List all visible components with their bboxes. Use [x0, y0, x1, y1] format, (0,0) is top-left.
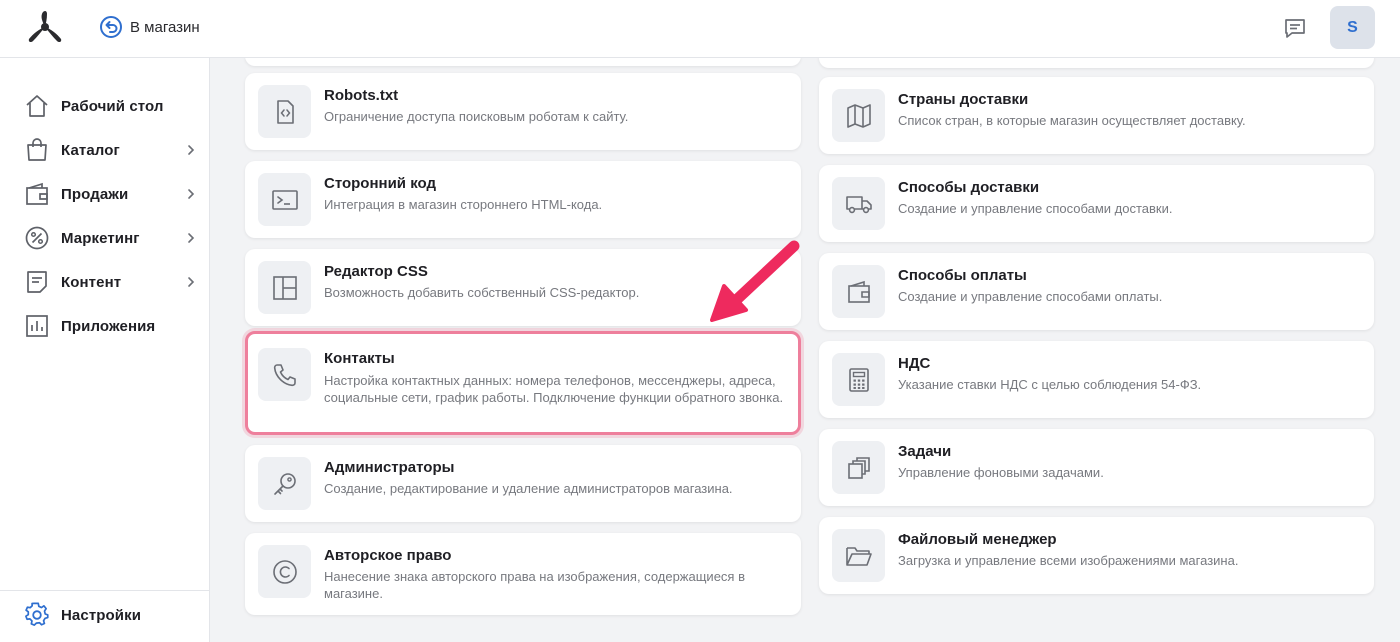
sidebar-item-label: Каталог	[61, 141, 120, 159]
chevron-right-icon	[188, 145, 195, 155]
sidebar-item-sales[interactable]: Продажи	[24, 178, 200, 210]
wallet-icon	[24, 181, 50, 207]
map-icon	[832, 89, 885, 142]
card-title: Редактор CSS	[324, 263, 428, 280]
chat-icon	[1285, 19, 1305, 38]
chevron-right-icon	[188, 277, 195, 287]
chart-icon	[24, 313, 50, 339]
settings-card-file-manager[interactable]: Файловый менеджер Загрузка и управление …	[819, 517, 1374, 594]
card-description: Управление фоновыми задачами.	[898, 465, 1104, 480]
card-title: Сторонний код	[324, 175, 436, 192]
layout-icon	[258, 261, 311, 314]
settings-card-vat[interactable]: НДС Указание ставки НДС с целью соблюден…	[819, 341, 1374, 418]
card-description: Создание, редактирование и удаление адми…	[324, 481, 733, 496]
sidebar-item-label: Контент	[61, 273, 122, 291]
percent-icon	[24, 225, 50, 251]
card-description: Создание и управление способами оплаты.	[898, 289, 1163, 304]
card-title: Задачи	[898, 443, 952, 460]
settings-card-admins[interactable]: Администраторы Создание, редактирование …	[245, 445, 801, 522]
sidebar-item-settings[interactable]: Настройки	[24, 599, 200, 631]
document-icon	[24, 269, 50, 295]
folder-icon	[832, 529, 885, 582]
sidebar-item-apps[interactable]: Приложения	[24, 310, 200, 342]
truck-icon	[832, 177, 885, 230]
key-icon	[258, 457, 311, 510]
card-title: Robots.txt	[324, 87, 399, 104]
card-title: Способы оплаты	[898, 267, 1027, 284]
settings-card-copyright[interactable]: Авторское право Нанесение знака авторско…	[245, 533, 801, 615]
gear-icon	[24, 602, 50, 628]
settings-card-tasks[interactable]: Задачи Управление фоновыми задачами.	[819, 429, 1374, 506]
card-description: Настройка контактных данных: номера теле…	[324, 373, 784, 405]
card-title: Способы доставки	[898, 179, 1040, 196]
back-to-store-label: В магазин	[130, 18, 200, 36]
code-file-icon	[258, 85, 311, 138]
card-title: НДС	[898, 355, 931, 372]
card-title: Контакты	[324, 350, 395, 367]
card-title: Файловый менеджер	[898, 531, 1057, 548]
sidebar-item-label: Рабочий стол	[61, 97, 164, 115]
sidebar-item-label: Настройки	[61, 606, 142, 624]
back-to-store-link[interactable]: В магазин	[99, 15, 200, 39]
sidebar-item-marketing[interactable]: Маркетинг	[24, 222, 200, 254]
card-description: Создание и управление способами доставки…	[898, 201, 1173, 216]
sidebar-item-label: Маркетинг	[61, 229, 140, 247]
messages-button[interactable]	[1281, 14, 1309, 42]
avatar[interactable]: S	[1330, 6, 1375, 49]
sidebar-item-label: Приложения	[61, 317, 156, 335]
card-description: Список стран, в которые магазин осуществ…	[898, 113, 1246, 128]
settings-card-payment-methods[interactable]: Способы оплаты Создание и управление спо…	[819, 253, 1374, 330]
card-description: Интеграция в магазин стороннего HTML-код…	[324, 197, 603, 212]
copyright-icon	[258, 545, 311, 598]
card-title: Администраторы	[324, 459, 455, 476]
top-bar: В магазин S	[0, 0, 1400, 58]
settings-section: Настройки	[0, 590, 209, 642]
settings-card-contacts[interactable]: Контакты Настройка контактных данных: но…	[245, 331, 801, 435]
sidebar-item-catalog[interactable]: Каталог	[24, 134, 200, 166]
phone-icon	[258, 348, 311, 401]
bag-icon	[24, 137, 50, 163]
settings-card-delivery-methods[interactable]: Способы доставки Создание и управление с…	[819, 165, 1374, 242]
logo-icon[interactable]	[24, 9, 66, 45]
sidebar: Рабочий стол Каталог Продажи Маркетинг К…	[0, 58, 210, 642]
terminal-icon	[258, 173, 311, 226]
card-description: Загрузка и управление всеми изображениям…	[898, 553, 1239, 568]
sidebar-item-content[interactable]: Контент	[24, 266, 200, 298]
card-title: Страны доставки	[898, 91, 1029, 108]
card-description: Указание ставки НДС с целью соблюдения 5…	[898, 377, 1202, 392]
sidebar-item-dashboard[interactable]: Рабочий стол	[24, 90, 200, 122]
settings-card-third-party-code[interactable]: Сторонний код Интеграция в магазин сторо…	[245, 161, 801, 238]
back-arrow-icon	[100, 16, 122, 38]
wallet-icon	[832, 265, 885, 318]
settings-card-robots[interactable]: Robots.txt Ограничение доступа поисковым…	[245, 73, 801, 150]
settings-card-delivery-countries[interactable]: Страны доставки Список стран, в которые …	[819, 77, 1374, 154]
sidebar-item-label: Продажи	[61, 185, 129, 203]
calculator-icon	[832, 353, 885, 406]
chevron-right-icon	[188, 233, 195, 243]
card-description: Нанесение знака авторского права на изоб…	[324, 569, 745, 601]
settings-card-css-editor[interactable]: Редактор CSS Возможность добавить собств…	[245, 249, 801, 326]
card-title: Авторское право	[324, 547, 452, 564]
copy-icon	[832, 441, 885, 494]
chevron-right-icon	[188, 189, 195, 199]
card-description: Ограничение доступа поисковым роботам к …	[324, 109, 629, 124]
home-icon	[24, 93, 50, 119]
card-description: Возможность добавить собственный CSS-ред…	[324, 285, 640, 300]
